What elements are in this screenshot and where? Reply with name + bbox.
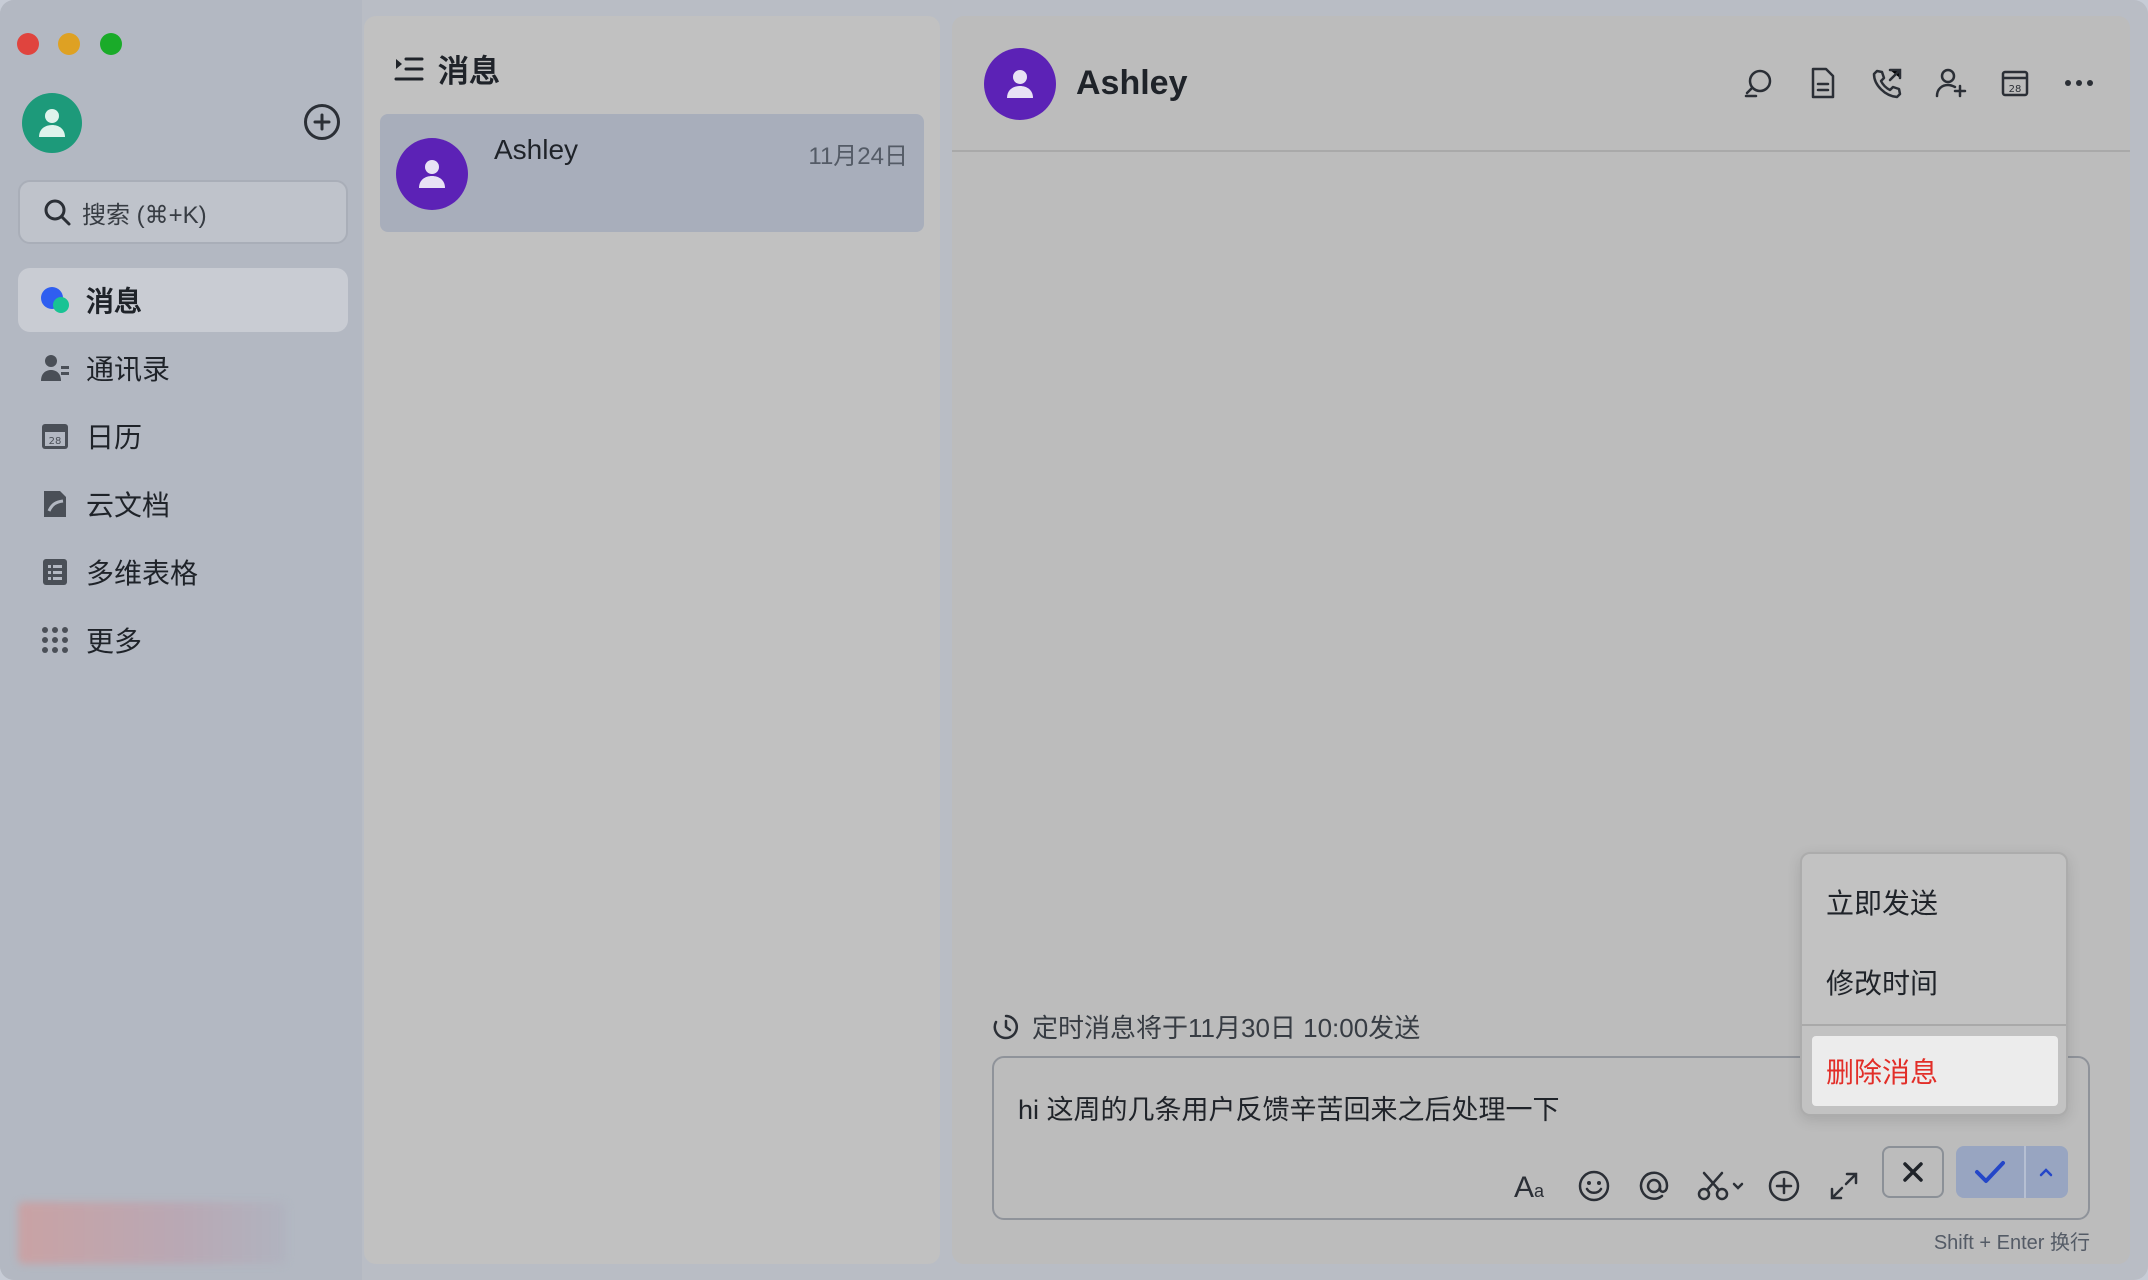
blurred-profile-area — [18, 1202, 286, 1264]
conversation-date: 11月24日 — [808, 143, 908, 170]
chat-docs-button[interactable] — [1806, 66, 1840, 100]
contacts-icon — [40, 353, 70, 383]
scheduled-text: 定时消息将于11月30日 10:00发送 — [1032, 1013, 1421, 1043]
conversation-name: Ashley — [494, 134, 579, 165]
nav-item-base[interactable]: 多维表格 — [18, 540, 348, 604]
base-icon — [40, 557, 70, 587]
text-format-button[interactable]: A a — [1514, 1166, 1554, 1206]
phone-icon — [1872, 68, 1902, 99]
person-icon — [39, 109, 65, 137]
chevron-up-icon — [2039, 1168, 2053, 1177]
attach-more-button[interactable] — [1764, 1166, 1804, 1206]
calendar-icon: 28 — [40, 421, 70, 451]
chat-avatar[interactable] — [984, 48, 1056, 120]
minimize-window-button[interactable] — [58, 33, 80, 55]
left-sidebar: 搜索 (⌘+K) 消息 通讯录 28 日历 云文档 多维表格 更多 — [0, 0, 362, 1280]
nav-item-calendar[interactable]: 28 日历 — [18, 404, 348, 468]
emoji-button[interactable] — [1574, 1166, 1614, 1206]
messages-icon — [40, 285, 70, 315]
create-button[interactable] — [304, 104, 340, 140]
menu-item-send-now[interactable]: 立即发送 — [1826, 882, 1938, 922]
more-horizontal-icon — [2065, 80, 2093, 86]
svg-text:28: 28 — [2009, 84, 2022, 95]
menu-item-edit-time[interactable]: 修改时间 — [1826, 962, 1938, 1002]
nav-item-docs[interactable]: 云文档 — [18, 472, 348, 536]
cancel-edit-button[interactable] — [1882, 1146, 1944, 1198]
search-placeholder: 搜索 (⌘+K) — [82, 201, 207, 229]
conversation-list-panel: 消息 Ashley 11月24日 — [364, 16, 940, 1264]
confirm-button-group — [1956, 1146, 2068, 1198]
expand-editor-button[interactable] — [1824, 1166, 1864, 1206]
list-title: 消息 — [438, 54, 500, 89]
svg-text:28: 28 — [49, 436, 62, 447]
nav-item-label: 消息 — [86, 286, 143, 317]
nav-item-label: 更多 — [86, 626, 143, 657]
checkmark-icon — [1975, 1161, 2005, 1183]
more-grid-icon — [40, 625, 70, 655]
menu-item-delete-label: 删除消息 — [1826, 1057, 1939, 1088]
search-box[interactable]: 搜索 (⌘+K) — [18, 180, 348, 244]
confirm-button[interactable] — [1956, 1146, 2026, 1198]
menu-divider — [1802, 1024, 2066, 1026]
chat-title: Ashley — [1076, 64, 1188, 102]
nav-item-messages[interactable]: 消息 — [18, 268, 348, 332]
chat-header: Ashley 28 — [952, 16, 2130, 152]
chat-search-button[interactable] — [1742, 66, 1776, 100]
nav-item-more[interactable]: 更多 — [18, 608, 348, 672]
clock-icon — [993, 1014, 1019, 1039]
nav-item-label: 云文档 — [86, 490, 171, 521]
at-mention-icon — [1639, 1171, 1669, 1200]
draft-message[interactable]: hi 这周的几条用户反馈辛苦回来之后处理一下 — [1018, 1088, 1560, 1127]
plus-icon — [313, 113, 331, 131]
menu-item-delete[interactable]: 删除消息 — [1812, 1036, 2058, 1106]
person-icon — [1007, 70, 1033, 98]
scissors-icon — [1697, 1171, 1744, 1201]
emoji-icon — [1578, 1170, 1610, 1202]
confirm-options-toggle[interactable] — [2026, 1146, 2066, 1198]
call-button[interactable] — [1870, 66, 1904, 100]
svg-text:A: A — [1514, 1171, 1534, 1201]
close-window-button[interactable] — [17, 33, 39, 55]
nav-item-label: 通讯录 — [86, 354, 171, 385]
nav-item-label: 日历 — [86, 422, 143, 453]
document-icon — [1811, 67, 1835, 99]
close-icon — [1903, 1162, 1923, 1182]
conversation-avatar — [396, 138, 468, 210]
nav-item-contacts[interactable]: 通讯录 — [18, 336, 348, 400]
calendar-icon: 28 — [2001, 70, 2029, 97]
list-header: 消息 — [394, 46, 500, 91]
docs-icon — [40, 489, 70, 519]
scheduled-notice: 定时消息将于11月30日 10:00发送 — [992, 1008, 1420, 1045]
svg-text:a: a — [1534, 1181, 1545, 1201]
expand-icon — [1830, 1172, 1858, 1200]
scheduled-options-menu: 立即发送 修改时间 删除消息 — [1800, 852, 2068, 1116]
my-avatar[interactable] — [22, 93, 82, 153]
conversation-item[interactable]: Ashley 11月24日 — [380, 114, 924, 232]
collapse-sidebar-icon[interactable] — [394, 56, 424, 82]
more-options-button[interactable] — [2062, 66, 2096, 100]
search-icon — [44, 199, 71, 226]
newline-hint: Shift + Enter 换行 — [1933, 1232, 2090, 1254]
add-member-button[interactable] — [1934, 66, 1968, 100]
app-window: 搜索 (⌘+K) 消息 通讯录 28 日历 云文档 多维表格 更多 消息 Ash… — [0, 0, 2148, 1280]
person-icon — [419, 160, 445, 188]
nav-item-label: 多维表格 — [86, 558, 199, 589]
mention-button[interactable] — [1634, 1166, 1674, 1206]
search-chat-icon — [1744, 69, 1772, 98]
chat-calendar-button[interactable]: 28 — [1998, 66, 2032, 100]
font-format-icon: A a — [1514, 1171, 1545, 1201]
plus-circle-icon — [1768, 1170, 1800, 1202]
zoom-window-button[interactable] — [100, 33, 122, 55]
screenshot-button[interactable] — [1694, 1166, 1750, 1206]
add-person-icon — [1935, 68, 1967, 98]
